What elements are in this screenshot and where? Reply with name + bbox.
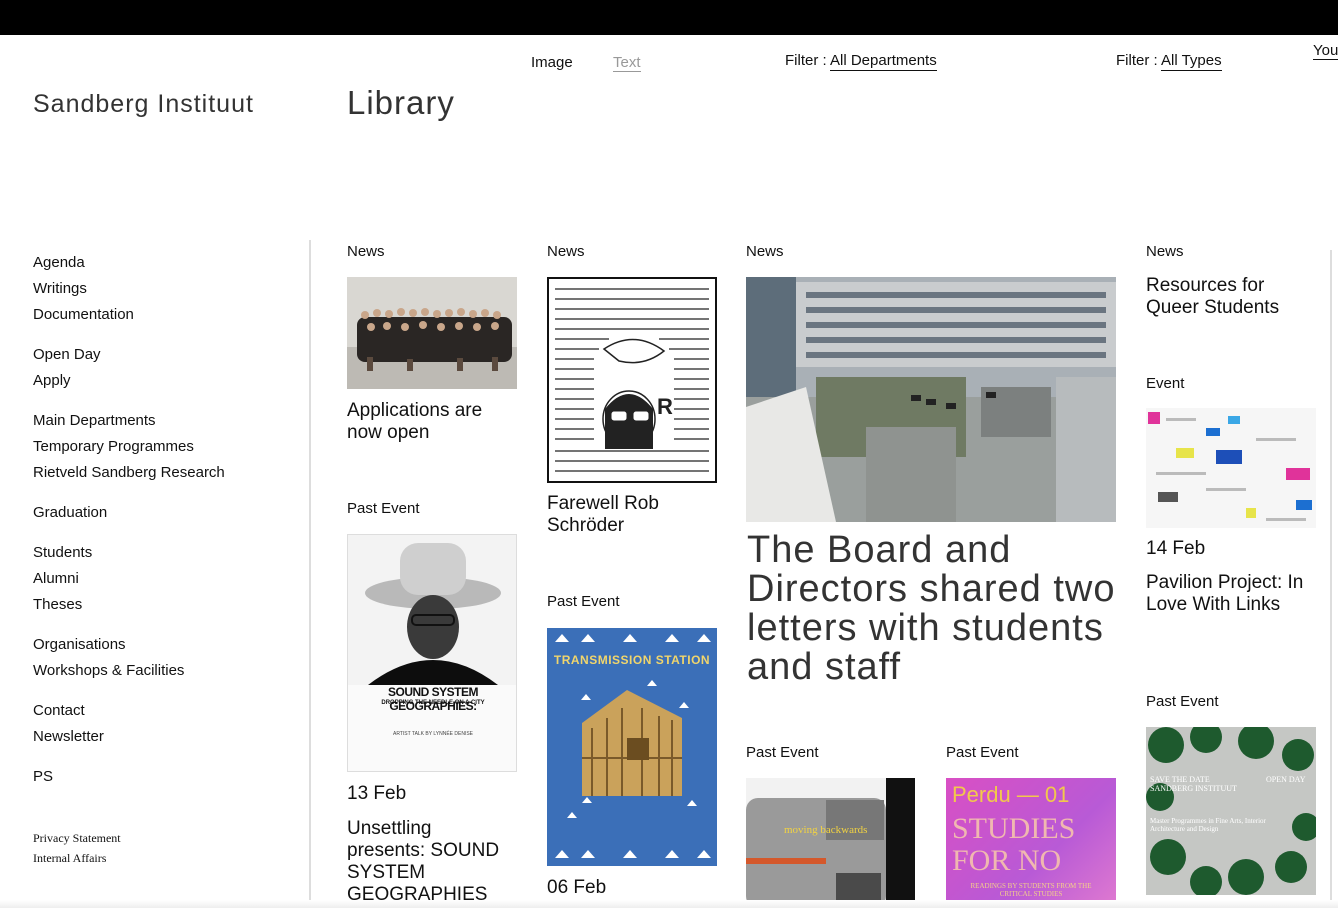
portrait-illustration	[348, 535, 516, 685]
open-day-poster[interactable]: SAVE THE DATE SANDBERG INSTITUUT OPEN DA…	[1146, 727, 1316, 895]
poster-artist: ARTIST TALK BY LYNNÉE DENISE	[392, 731, 474, 737]
collage-illustration	[746, 778, 915, 908]
campus-aerial-image[interactable]	[746, 277, 1116, 522]
scrollbar-track[interactable]	[1330, 250, 1332, 908]
nav-link-internal-affairs[interactable]: Internal Affairs	[33, 848, 303, 868]
nav-footer: Privacy Statement Internal Affairs	[33, 828, 303, 868]
nav-group: Students Alumni Theses	[33, 540, 303, 618]
poster-middle-text: Master Programmes in Fine Arts, Interior…	[1150, 817, 1266, 833]
link-collage-illustration	[1146, 408, 1316, 528]
nav-link-privacy-statement[interactable]: Privacy Statement	[33, 828, 303, 848]
nav-link-main-departments[interactable]: Main Departments	[33, 408, 303, 434]
nav-group: Organisations Workshops & Facilities	[33, 632, 303, 684]
nav-link-graduation[interactable]: Graduation	[33, 500, 303, 526]
nav-link-workshops-facilities[interactable]: Workshops & Facilities	[33, 658, 303, 684]
sound-system-poster[interactable]: SOUND SYSTEM GEOGRAPHIES: DROPPING THE N…	[347, 534, 517, 772]
farewell-drawing-image[interactable]: R	[547, 277, 717, 483]
browser-top-bar	[0, 0, 1338, 35]
campus-building-illustration	[746, 277, 1116, 522]
nav-group: Contact Newsletter	[33, 698, 303, 750]
green-circles-illustration	[1146, 727, 1316, 895]
poster-title-line1: STUDIES	[952, 812, 1076, 845]
filter-label: Filter :	[1116, 52, 1162, 69]
card-category: Event	[1146, 375, 1185, 392]
nav-group: Open Day Apply	[33, 342, 303, 394]
nav-link-agenda[interactable]: Agenda	[33, 250, 303, 276]
nav-link-writings[interactable]: Writings	[33, 276, 303, 302]
poster-title-line2: FOR NO	[952, 844, 1062, 877]
pavilion-links-image[interactable]	[1146, 408, 1316, 528]
view-text-toggle[interactable]: Text	[613, 54, 641, 72]
poster-text: moving backwards	[784, 824, 868, 836]
filter-value[interactable]: All Types	[1161, 52, 1222, 71]
user-menu-link[interactable]: You	[1313, 42, 1338, 60]
group-photo-image[interactable]	[347, 277, 517, 389]
nav-link-open-day[interactable]: Open Day	[33, 342, 303, 368]
card-category: News	[1146, 243, 1184, 260]
nav-link-ps[interactable]: PS	[33, 764, 303, 790]
card-title[interactable]: The Board and Directors shared two lette…	[747, 531, 1127, 687]
nav-link-contact[interactable]: Contact	[33, 698, 303, 724]
poster-left-text: SAVE THE DATE SANDBERG INSTITUUT	[1150, 775, 1237, 793]
page-title: Library	[347, 84, 455, 121]
nav-group: PS	[33, 764, 303, 790]
event-date: 13 Feb	[347, 783, 407, 804]
card-title[interactable]: Applications are now open	[347, 400, 517, 444]
nav-link-apply[interactable]: Apply	[33, 368, 303, 394]
group-photo-illustration	[347, 277, 517, 389]
filter-value[interactable]: All Departments	[830, 52, 937, 71]
card-title[interactable]: Farewell Rob Schröder	[547, 493, 707, 537]
card-title[interactable]: Pavilion Project: In Love With Links	[1146, 572, 1316, 616]
svg-text:R: R	[657, 394, 673, 419]
nav-group: Agenda Writings Documentation	[33, 250, 303, 328]
card-category: News	[347, 243, 385, 260]
nav-link-documentation[interactable]: Documentation	[33, 302, 303, 328]
card-title[interactable]: Unsettling presents: SOUND SYSTEM GEOGRA…	[347, 818, 507, 900]
nav-group: Graduation	[33, 500, 303, 526]
nav-link-students[interactable]: Students	[33, 540, 303, 566]
card-category: News	[547, 243, 585, 260]
shed-illustration	[555, 634, 711, 858]
transmission-station-poster[interactable]: TRANSMISSION STATION	[547, 628, 717, 866]
card-category: Past Event	[1146, 693, 1219, 710]
nav-group: Main Departments Temporary Programmes Ri…	[33, 408, 303, 486]
nav-link-alumni[interactable]: Alumni	[33, 566, 303, 592]
view-image-toggle[interactable]: Image	[531, 54, 573, 71]
filter-label: Filter :	[785, 52, 831, 69]
event-date: 06 Feb	[547, 877, 607, 898]
moving-backwards-poster[interactable]: moving backwards	[746, 778, 915, 908]
card-category: Past Event	[547, 593, 620, 610]
handwritten-drawing-illustration: R	[555, 288, 709, 472]
poster-subtext: READINGS BY STUDENTS FROM THE CRITICAL S…	[970, 882, 1092, 898]
browser-bottom-edge	[0, 900, 1338, 908]
card-title[interactable]: Resources for Queer Students	[1146, 275, 1316, 319]
site-logo[interactable]: Sandberg Instituut	[33, 90, 254, 119]
poster-right-text: OPEN DAY	[1266, 775, 1306, 784]
card-category: Past Event	[746, 744, 819, 761]
main-navigation: Agenda Writings Documentation Open Day A…	[33, 250, 303, 868]
nav-link-organisations[interactable]: Organisations	[33, 632, 303, 658]
department-filter[interactable]: Filter : All Departments	[785, 52, 937, 71]
nav-link-theses[interactable]: Theses	[33, 592, 303, 618]
event-date: 14 Feb	[1146, 538, 1206, 559]
poster-heading: SOUND SYSTEM GEOGRAPHIES:	[387, 685, 479, 713]
nav-link-temporary-programmes[interactable]: Temporary Programmes	[33, 434, 303, 460]
card-category: News	[746, 243, 784, 260]
studies-for-no-poster[interactable]: Perdu — 01 STUDIES FOR NO READINGS BY ST…	[946, 778, 1116, 908]
column-divider	[309, 240, 311, 908]
card-category: Past Event	[946, 744, 1019, 761]
card-category: Past Event	[347, 500, 420, 517]
poster-top-text: Perdu — 01	[952, 782, 1070, 807]
type-filter[interactable]: Filter : All Types	[1116, 52, 1222, 71]
nav-link-rietveld-sandberg-research[interactable]: Rietveld Sandberg Research	[33, 460, 303, 486]
nav-link-newsletter[interactable]: Newsletter	[33, 724, 303, 750]
poster-subheading: DROPPING THE NEEDLE ON A CITY	[381, 700, 485, 706]
